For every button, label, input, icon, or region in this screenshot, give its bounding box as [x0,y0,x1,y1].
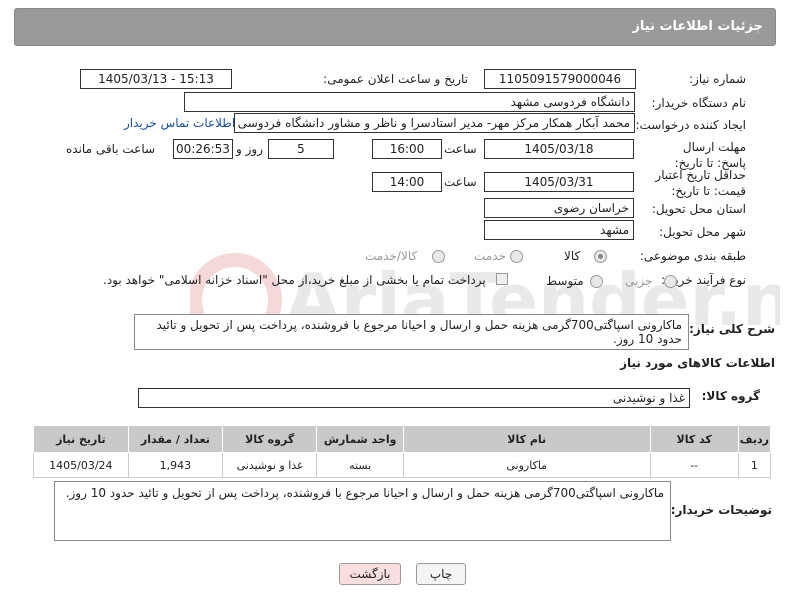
back-button[interactable]: بازگشت [339,563,401,585]
col-item-code: کد کالا [649,425,739,453]
cell-group: غذا و نوشیدنی [221,452,318,478]
col-row-number: ردیف [737,425,772,453]
print-button[interactable]: چاپ [416,563,466,585]
province-label: استان محل تحویل: [651,202,746,216]
province-field: خراسان رضوی [484,198,634,218]
category-radio-service[interactable] [510,250,523,266]
payment-note: پرداخت تمام یا بخشی از مبلغ خرید،از محل … [103,273,486,287]
process-radio-minor[interactable] [664,275,677,291]
checkbox-icon [496,273,508,285]
goods-group-field: غذا و نوشیدنی [138,388,690,408]
category-label: طبقه بندی موضوعی: [639,249,746,263]
col-unit: واحد شمارش [316,425,404,453]
process-radio-medium[interactable] [590,275,603,291]
category-radio-goods[interactable] [594,250,607,266]
goods-table: ردیف کد کالا نام کالا واحد شمارش گروه کا… [33,425,772,478]
buyer-org-label: نام دستگاه خریدار: [651,96,747,110]
need-number-label: شماره نیاز: [689,72,746,86]
col-item-name: نام کالا [402,425,651,453]
validity-label: حداقل تاریخ اعتبار قیمت: تا تاریخ: [655,168,746,198]
description-textarea: ماکارونی اسپاگتی700گرمی هزینه حمل و ارسا… [134,314,689,350]
col-need-date: تاریخ نیاز [33,425,129,453]
category-option-both: کالا/خدمت [365,249,418,263]
description-label: شرح کلی نیاز: [689,322,775,336]
cell-item-name: ماکارونی [402,452,651,478]
col-quantity: تعداد / مقدار [127,425,224,453]
cell-row-number: 1 [737,452,772,478]
radio-icon [510,250,523,263]
category-radio-both[interactable] [432,250,445,266]
cell-unit: بسته [316,452,404,478]
deadline-time-field: 16:00 [372,139,442,159]
col-group: گروه کالا [221,425,318,453]
page-title: جزئیات اطلاعات نیاز [632,19,763,34]
announce-label: تاریخ و ساعت اعلان عمومی: [323,72,468,86]
process-option-medium: متوسط [546,274,584,288]
category-option-service: خدمت [474,249,506,263]
treasury-checkbox[interactable] [496,273,508,288]
radio-icon [432,250,445,263]
buyer-org-field: دانشگاه فردوسی مشهد [184,92,635,112]
validity-date-field: 1405/03/31 [484,172,634,192]
radio-icon [590,275,603,288]
page-header: جزئیات اطلاعات نیاز [14,8,776,46]
deadline-time-label: ساعت [444,142,477,156]
days-remaining-field: 5 [268,139,334,159]
buyer-notes-textarea: ماکارونی اسپاگتی700گرمی هزینه حمل و ارسا… [54,481,671,541]
category-option-goods: کالا [564,249,581,263]
cell-item-code: -- [649,452,739,478]
validity-time-label: ساعت [444,175,477,189]
goods-section-title: اطلاعات کالاهای مورد نیاز [620,356,775,370]
announce-field: 1405/03/13 - 15:13 [80,69,232,89]
process-option-minor: جزیی [625,274,653,288]
need-number-field: 1105091579000046 [484,69,636,89]
cell-need-date: 1405/03/24 [33,452,129,478]
goods-table-header: ردیف کد کالا نام کالا واحد شمارش گروه کا… [33,425,772,453]
city-field: مشهد [484,220,634,240]
cell-quantity: 1,943 [127,452,224,478]
table-row: 1 -- ماکارونی بسته غذا و نوشیدنی 1,943 1… [33,452,772,478]
remaining-label: ساعت باقی مانده [66,142,156,156]
contact-info-link[interactable]: اطلاعات تماس خریدار [124,116,235,130]
radio-selected-icon [594,250,607,263]
validity-time-field: 14:00 [372,172,442,192]
goods-group-label: گروه کالا: [701,389,760,403]
buyer-notes-label: توضیحات خریدار: [670,503,772,517]
creator-field: محمد آبکار همکار مرکز مهر- مدیر استادسرا… [234,113,635,133]
remaining-time-field: 00:26:53 [173,139,233,159]
deadline-date-field: 1405/03/18 [484,139,634,159]
days-label: روز و [236,142,263,156]
city-label: شهر محل تحویل: [659,225,746,239]
creator-label: ایجاد کننده درخواست: [635,118,746,132]
radio-icon [664,275,677,288]
